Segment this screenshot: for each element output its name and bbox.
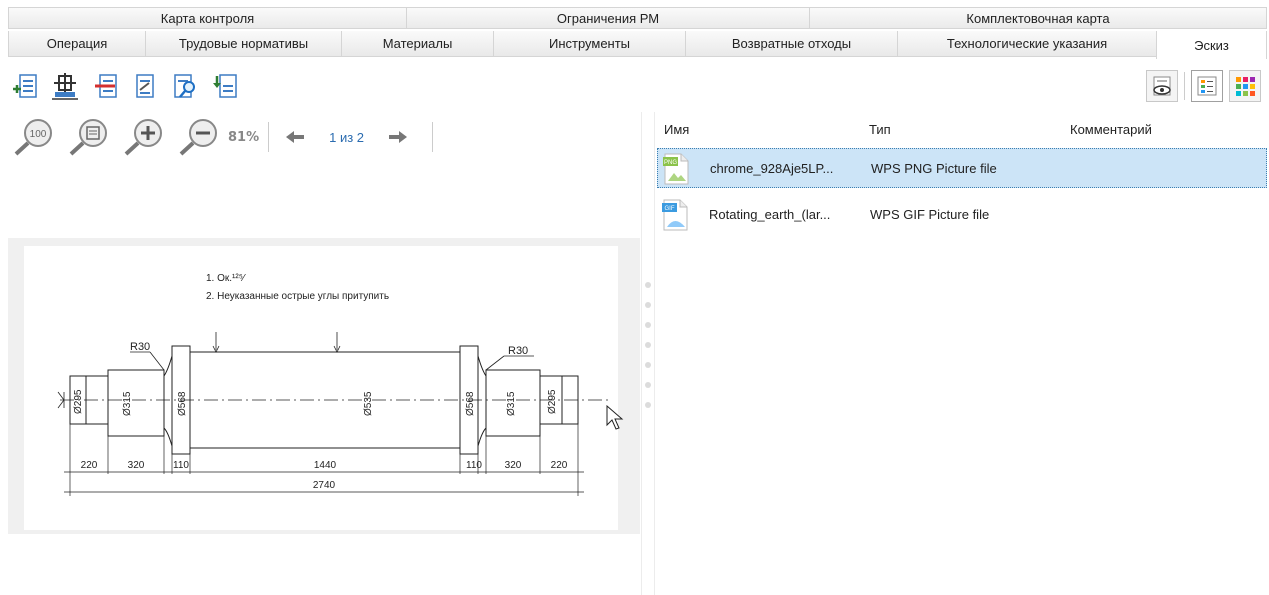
- length-label: 220: [81, 460, 98, 471]
- import-file-icon[interactable]: [210, 71, 240, 101]
- splitter-grip-dot: [645, 342, 651, 348]
- tab-workplace-limits[interactable]: Ограничения РМ: [406, 7, 809, 29]
- tab-tech-instructions[interactable]: Технологические указания: [897, 31, 1156, 57]
- zoom-level: 81%: [228, 129, 260, 145]
- tab-operation[interactable]: Операция: [8, 31, 145, 57]
- svg-text:100: 100: [30, 129, 47, 140]
- mouse-cursor-icon: [606, 405, 624, 430]
- tab-labor-norms[interactable]: Трудовые нормативы: [145, 31, 341, 57]
- column-header-name[interactable]: Имя: [664, 122, 689, 137]
- view-mode-buttons: [1146, 70, 1261, 102]
- zoom-out-icon[interactable]: [175, 117, 221, 157]
- tab-sketch[interactable]: Эскиз: [1156, 31, 1267, 59]
- tab-row-bottom: Операция Трудовые нормативы Материалы Ин…: [8, 31, 1267, 60]
- file-toolbar: [10, 68, 240, 104]
- tab-control-card[interactable]: Карта контроля: [8, 7, 406, 29]
- length-label: 320: [128, 460, 145, 471]
- add-row-icon[interactable]: [10, 71, 40, 101]
- tile-view-icon[interactable]: [1229, 70, 1261, 102]
- drawing-note-2: 2. Неуказанные острые углы притупить: [206, 291, 389, 302]
- preview-icon[interactable]: [1146, 70, 1178, 102]
- diameter-label: Ø568: [465, 391, 476, 416]
- list-view-icon[interactable]: [1191, 70, 1223, 102]
- diameter-label: Ø315: [122, 391, 133, 416]
- splitter-grip-dot: [645, 402, 651, 408]
- fit-page-icon[interactable]: [65, 117, 111, 157]
- tab-kit-card[interactable]: Комплектовочная карта: [809, 7, 1267, 29]
- drawing-note-1: 1. Ок.¹²⁵⁄: [206, 273, 246, 284]
- diameter-label: Ø315: [506, 391, 517, 416]
- file-list-header: Имя Тип Комментарий: [656, 115, 1269, 145]
- diameter-label: Ø295: [73, 389, 84, 414]
- shaft-drawing: 1. Ок.¹²⁵⁄ 2. Неуказанные острые углы пр…: [57, 273, 610, 496]
- pager-separator: [432, 122, 434, 152]
- file-name: Rotating_earth_(lar...: [709, 207, 831, 222]
- total-length-label: 2740: [313, 480, 336, 491]
- view-separator: [1184, 72, 1185, 100]
- sketch-preview: 1. Ок.¹²⁵⁄ 2. Неуказанные острые углы пр…: [8, 238, 640, 534]
- zoom-separator: [268, 122, 270, 152]
- edit-file-icon[interactable]: [130, 71, 160, 101]
- page-indicator: 1 из 2: [329, 129, 365, 145]
- diameter-label: Ø295: [547, 389, 558, 414]
- file-row[interactable]: GIF Rotating_earth_(lar... WPS GIF Pictu…: [657, 195, 1267, 235]
- find-file-icon[interactable]: [170, 71, 200, 101]
- zoom-toolbar: 100 81% 1 из 2: [10, 116, 434, 158]
- radius-label-right: R30: [508, 345, 528, 357]
- tab-materials[interactable]: Материалы: [341, 31, 493, 57]
- splitter-grip-dot: [645, 282, 651, 288]
- next-page-icon[interactable]: [387, 130, 409, 144]
- length-label: 320: [505, 460, 522, 471]
- zoom-100-icon[interactable]: 100: [10, 117, 56, 157]
- column-header-comment[interactable]: Комментарий: [1070, 122, 1152, 137]
- tab-tools[interactable]: Инструменты: [493, 31, 685, 57]
- diameter-label: Ø535: [363, 391, 374, 416]
- remove-file-icon[interactable]: [90, 71, 120, 101]
- length-label: 110: [466, 460, 482, 471]
- tab-return-waste[interactable]: Возвратные отходы: [685, 31, 897, 57]
- tree-structure-icon[interactable]: [50, 71, 80, 101]
- length-label: 220: [551, 460, 568, 471]
- png-file-icon: PNG: [663, 153, 689, 185]
- file-name: chrome_928Aje5LP...: [710, 161, 834, 176]
- file-list: Имя Тип Комментарий PNG chrome_928Aje5LP…: [656, 115, 1269, 595]
- diameter-label: Ø568: [177, 391, 188, 416]
- length-label: 1440: [314, 460, 337, 471]
- gif-file-icon: GIF: [662, 199, 688, 231]
- tab-row-top: Карта контроля Ограничения РМ Комплектов…: [8, 7, 1267, 31]
- length-label: 110: [173, 460, 189, 471]
- prev-page-icon[interactable]: [284, 130, 306, 144]
- drawing-sheet: 1. Ок.¹²⁵⁄ 2. Неуказанные острые углы пр…: [24, 246, 618, 530]
- pane-splitter[interactable]: [641, 112, 655, 595]
- file-row[interactable]: PNG chrome_928Aje5LP... WPS PNG Picture …: [657, 148, 1267, 188]
- zoom-in-icon[interactable]: [120, 117, 166, 157]
- radius-label-left: R30: [130, 341, 150, 353]
- column-header-type[interactable]: Тип: [869, 122, 891, 137]
- splitter-grip-dot: [645, 382, 651, 388]
- svg-text:PNG: PNG: [664, 160, 677, 166]
- file-type: WPS GIF Picture file: [870, 207, 990, 222]
- splitter-grip-dot: [645, 322, 651, 328]
- file-type: WPS PNG Picture file: [871, 161, 997, 176]
- splitter-grip-dot: [645, 362, 651, 368]
- svg-text:GIF: GIF: [665, 206, 675, 212]
- splitter-grip-dot: [645, 302, 651, 308]
